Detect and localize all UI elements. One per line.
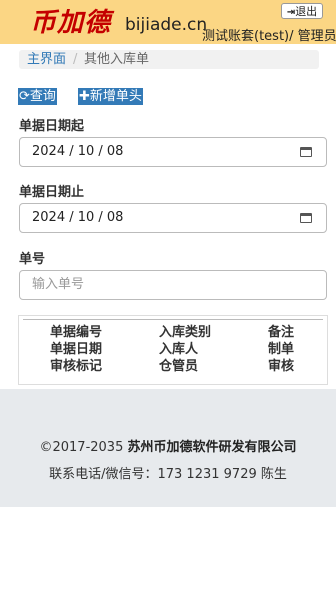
copyright-line: ©2017-2035 苏州币加德软件研发有限公司 bbox=[0, 436, 336, 455]
plus-icon: ✚ bbox=[79, 89, 90, 104]
breadcrumb-separator: / bbox=[73, 52, 78, 67]
table-divider bbox=[23, 319, 323, 320]
doc-no-label: 单号 bbox=[19, 252, 46, 267]
column-header: 单据编号 bbox=[50, 325, 103, 340]
app-header: 币加德 bijiade.cn 测试账套(test)/ 管理员 ⇥退出 bbox=[0, 0, 336, 44]
date-to-label: 单据日期止 bbox=[19, 185, 85, 200]
date-to-input[interactable]: 2024 / 10 / 08 bbox=[19, 203, 327, 233]
query-button[interactable]: ⟳查询 bbox=[18, 88, 57, 105]
column-header: 入库类别 bbox=[159, 325, 212, 340]
table-column-2: 入库类别 入库人 仓管员 bbox=[159, 324, 211, 375]
brand-logo: 币加德 bbox=[30, 8, 112, 38]
logout-icon: ⇥ bbox=[286, 7, 296, 18]
calendar-icon[interactable] bbox=[300, 213, 312, 223]
column-header: 入库人 bbox=[159, 342, 199, 357]
breadcrumb-home-link[interactable]: 主界面 bbox=[27, 50, 66, 69]
date-from-value: 2024 / 10 / 08 bbox=[32, 144, 124, 159]
column-header: 审核标记 bbox=[50, 359, 103, 374]
contact-info: 联系电话/微信号：173 1231 9729 陈生 bbox=[49, 467, 287, 482]
column-header: 制单 bbox=[268, 342, 295, 357]
date-from-input[interactable]: 2024 / 10 / 08 bbox=[19, 137, 327, 167]
refresh-icon: ⟳ bbox=[19, 89, 30, 104]
breadcrumb-current: 其他入库单 bbox=[84, 52, 150, 67]
date-to-value: 2024 / 10 / 08 bbox=[32, 210, 124, 225]
query-button-label: 查询 bbox=[29, 89, 56, 104]
column-header: 备注 bbox=[268, 325, 295, 340]
doc-no-placeholder: 输入单号 bbox=[32, 277, 85, 292]
brand-domain: bijiade.cn bbox=[125, 15, 208, 35]
copyright-years: ©2017-2035 bbox=[39, 440, 124, 455]
logout-button[interactable]: ⇥退出 bbox=[281, 3, 323, 19]
page-footer: ©2017-2035 苏州币加德软件研发有限公司 联系电话/微信号：173 12… bbox=[0, 389, 336, 507]
add-header-button-label: 新增单头 bbox=[89, 89, 142, 104]
column-header: 单据日期 bbox=[50, 342, 103, 357]
results-table: 单据编号 单据日期 审核标记 入库类别 入库人 仓管员 备注 制单 审核 bbox=[18, 315, 328, 385]
account-info: 测试账套(test)/ 管理员 bbox=[202, 29, 336, 44]
company-name: 苏州币加德软件研发有限公司 bbox=[127, 440, 297, 455]
calendar-icon[interactable] bbox=[300, 147, 312, 157]
column-header: 审核 bbox=[268, 359, 295, 374]
table-column-3: 备注 制单 审核 bbox=[268, 324, 294, 375]
add-header-button[interactable]: ✚新增单头 bbox=[78, 88, 143, 105]
doc-no-input[interactable]: 输入单号 bbox=[19, 270, 327, 300]
date-from-label: 单据日期起 bbox=[19, 119, 85, 134]
logout-label: 退出 bbox=[295, 5, 318, 18]
breadcrumb: 主界面 / 其他入库单 bbox=[19, 50, 319, 69]
column-header: 仓管员 bbox=[159, 359, 199, 374]
table-column-1: 单据编号 单据日期 审核标记 bbox=[50, 324, 102, 375]
